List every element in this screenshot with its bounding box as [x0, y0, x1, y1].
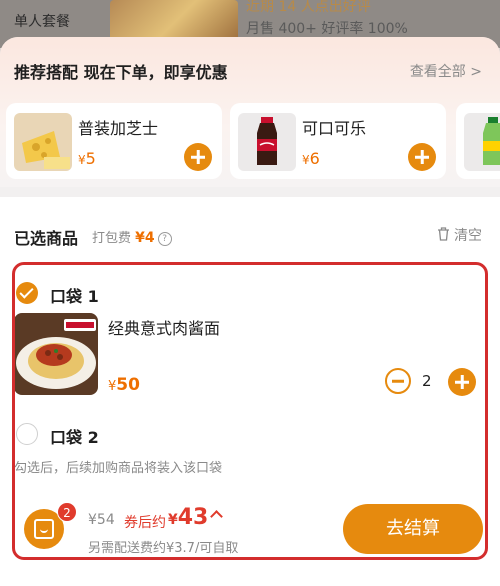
recommend-section: 推荐搭配 现在下单，即享优惠 查看全部 > 普装加芝士 ¥5 可口可乐 ¥6	[0, 37, 500, 187]
cheese-image	[14, 113, 72, 171]
recommend-card[interactable]: 普装加芝士 ¥5	[6, 103, 222, 179]
recommend-title: 推荐搭配 现在下单，即享优惠	[14, 63, 228, 82]
background-left-text: 单人套餐	[14, 14, 70, 30]
cola-image	[238, 113, 296, 171]
add-icon[interactable]	[184, 143, 212, 171]
add-icon[interactable]	[408, 143, 436, 171]
recommend-card[interactable]: 可口可乐 ¥6	[230, 103, 446, 179]
help-icon[interactable]: ?	[157, 232, 172, 246]
clear-button[interactable]: 清空	[437, 225, 482, 245]
selected-title: 已选商品	[14, 229, 79, 248]
packing-fee: 打包费 ¥4?	[92, 227, 172, 246]
background-right-text: 近期 14 人点出好评 月售 400+ 好评率 100%	[246, 0, 408, 37]
recommend-item-price: ¥5	[78, 149, 96, 168]
trash-icon	[437, 227, 449, 241]
view-all-link[interactable]: 查看全部 >	[410, 61, 482, 81]
recommend-item-price: ¥6	[302, 149, 320, 168]
recommend-item-name: 普装加芝士	[78, 119, 159, 138]
recommend-item-name: 可口可乐	[302, 119, 367, 138]
recommend-card[interactable]	[456, 103, 500, 179]
highlight-box	[12, 262, 488, 560]
sprite-image	[464, 113, 500, 171]
